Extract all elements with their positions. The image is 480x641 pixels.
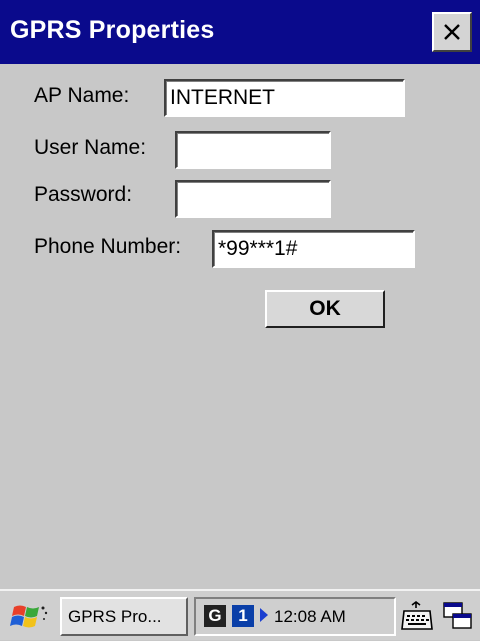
- phone-number-input[interactable]: [212, 230, 415, 268]
- one-status-badge[interactable]: 1: [232, 605, 254, 627]
- window-title: GPRS Properties: [10, 16, 215, 44]
- password-label: Password:: [34, 183, 133, 206]
- g-status-badge[interactable]: G: [204, 605, 226, 627]
- ap-name-label: AP Name:: [34, 84, 130, 107]
- ap-name-input[interactable]: [164, 79, 405, 117]
- start-button[interactable]: [6, 598, 54, 636]
- taskbar: GPRS Pro... G 1 12:08 AM: [0, 589, 480, 640]
- close-button[interactable]: [432, 12, 472, 52]
- desktop-icon[interactable]: [441, 599, 475, 633]
- title-bar: GPRS Properties: [0, 0, 480, 66]
- task-button-gprs[interactable]: GPRS Pro...: [60, 597, 188, 636]
- close-icon: [444, 24, 460, 40]
- user-name-input[interactable]: [175, 131, 331, 169]
- system-tray: G 1 12:08 AM: [194, 597, 396, 636]
- ok-button[interactable]: OK: [265, 290, 385, 328]
- keyboard-icon[interactable]: [400, 599, 434, 633]
- tray-arrow-icon: [260, 608, 268, 622]
- user-name-label: User Name:: [34, 136, 147, 159]
- phone-number-label: Phone Number:: [34, 235, 182, 258]
- windows-flag-icon: [10, 605, 48, 628]
- clock[interactable]: 12:08 AM: [274, 599, 346, 634]
- password-input[interactable]: [175, 180, 331, 218]
